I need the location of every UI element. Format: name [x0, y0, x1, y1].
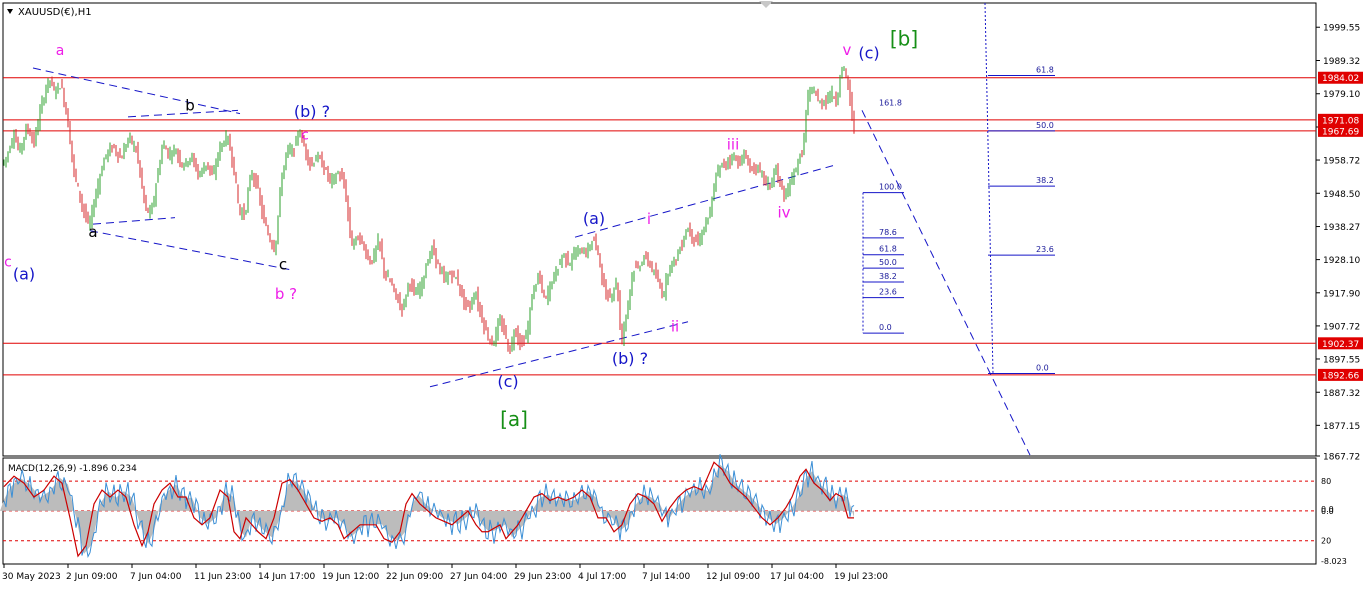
wave-label: i — [647, 210, 651, 228]
wave-label: b — [185, 96, 195, 114]
time-axis-label: 27 Jun 04:00 — [450, 572, 507, 582]
wave-label: (b) ? — [294, 102, 330, 121]
price-axis-label: 1948.50 — [1323, 190, 1360, 200]
time-axis-label: 12 Jul 09:00 — [706, 572, 760, 582]
wave-label: c — [4, 254, 12, 270]
fib-small-label: 0.0 — [879, 323, 892, 332]
trend-line[interactable] — [92, 217, 176, 225]
time-axis-label: 19 Jun 12:00 — [322, 572, 379, 582]
price-axis-label: 1999.55 — [1323, 24, 1360, 34]
price-axis-label: 1979.10 — [1323, 90, 1360, 100]
trend-line[interactable] — [89, 230, 291, 271]
fib-small-label: 100.0 — [879, 183, 902, 192]
price-axis-label: 1897.55 — [1323, 355, 1360, 365]
menu-triangle-icon[interactable] — [7, 9, 13, 14]
wave-label: (b) ? — [612, 349, 648, 368]
symbol-title: XAUUSD(€),H1 — [18, 7, 92, 18]
wave-label: b ? — [275, 285, 297, 303]
time-axis-label: 4 Jul 17:00 — [578, 572, 627, 582]
price-axis-label: 1917.90 — [1323, 289, 1360, 299]
price-axis-label: 1907.72 — [1323, 322, 1360, 332]
time-axis-label: 7 Jun 04:00 — [130, 572, 182, 582]
time-axis-label: 22 Jun 09:00 — [386, 572, 443, 582]
time-axis-label: 2 Jun 09:00 — [66, 572, 118, 582]
wave-label: iii — [727, 135, 740, 153]
fib-small-label: 23.6 — [879, 288, 897, 297]
fib-small-label: 38.2 — [879, 272, 897, 281]
fib-extension-label: 161.8 — [879, 98, 902, 107]
price-axis-label: 1867.72 — [1323, 453, 1360, 463]
wave-label: a — [88, 223, 97, 241]
price-axis-label: 1887.32 — [1323, 389, 1360, 399]
time-axis-label: 17 Jul 04:00 — [770, 572, 824, 582]
macd-axis-extra-label: 0.0 — [1321, 505, 1334, 514]
price-level-tag-text: 1971.08 — [1322, 116, 1359, 126]
vertical-dotted-line[interactable] — [984, 2, 994, 374]
time-axis-label: 11 Jun 23:00 — [194, 572, 251, 582]
fib-level-label: 61.8 — [1036, 66, 1054, 75]
time-axis-label: 14 Jun 17:00 — [258, 572, 315, 582]
price-panel-frame — [2, 2, 1317, 457]
wave-label: ii — [671, 317, 679, 335]
fib-level-label: 0.0 — [1036, 363, 1049, 372]
time-axis-label: 29 Jun 23:00 — [514, 572, 571, 582]
wave-label: (a) — [13, 264, 35, 283]
price-axis-label: 1958.72 — [1323, 157, 1360, 167]
time-axis-label: 7 Jul 14:00 — [642, 572, 691, 582]
fib-level-label: 23.6 — [1036, 245, 1054, 254]
wave-label: a — [56, 43, 65, 59]
macd-title: MACD(12,26,9) -1.896 0.234 — [8, 464, 137, 474]
wave-label: [b] — [890, 26, 918, 50]
wave-label: [a] — [500, 407, 528, 431]
fib-small-label: 50.0 — [879, 258, 897, 267]
wave-label: iv — [777, 204, 790, 222]
trend-line[interactable] — [127, 109, 239, 118]
wave-label: (a) — [583, 209, 605, 228]
price-level-tag-text: 1902.37 — [1322, 340, 1359, 350]
scroll-marker-icon[interactable] — [759, 1, 773, 8]
chart-svg: 61.8 50.0 38.2 23.6 0.0 161.8 100.0 78.6 61.8 50.… — [0, 1, 1363, 582]
wave-label: c — [279, 256, 287, 274]
macd-axis-label: -8.023 — [1321, 557, 1347, 566]
macd-axis-label: 20 — [1321, 537, 1331, 546]
price-axis-label: 1928.10 — [1323, 256, 1360, 266]
price-level-tag-text: 1967.69 — [1322, 127, 1359, 137]
price-level-tag-text: 1892.66 — [1322, 371, 1359, 381]
chart-window: 61.8 50.0 38.2 23.6 0.0 161.8 100.0 78.6 61.8 50.… — [0, 0, 1366, 588]
trend-line[interactable] — [429, 321, 689, 388]
fib-small-label: 61.8 — [879, 245, 897, 254]
price-axis-label: 1938.27 — [1323, 223, 1360, 233]
macd-axis-label: 80 — [1321, 477, 1331, 486]
time-axis-label: 30 May 2023 — [2, 572, 61, 582]
wave-label: (c) — [497, 372, 518, 391]
wave-label: c — [301, 128, 309, 144]
fib-level-label: 50.0 — [1036, 121, 1054, 130]
wave-label: v — [843, 41, 852, 59]
wave-label: (c) — [858, 43, 879, 62]
price-axis-label: 1877.15 — [1323, 422, 1360, 432]
price-level-tag-text: 1984.02 — [1322, 74, 1359, 84]
trend-line[interactable] — [861, 110, 1031, 456]
time-axis-label: 19 Jul 23:00 — [834, 572, 888, 582]
fib-level-label: 38.2 — [1036, 176, 1054, 185]
price-axis-label: 1989.32 — [1323, 57, 1360, 67]
fib-small-label: 78.6 — [879, 228, 897, 237]
